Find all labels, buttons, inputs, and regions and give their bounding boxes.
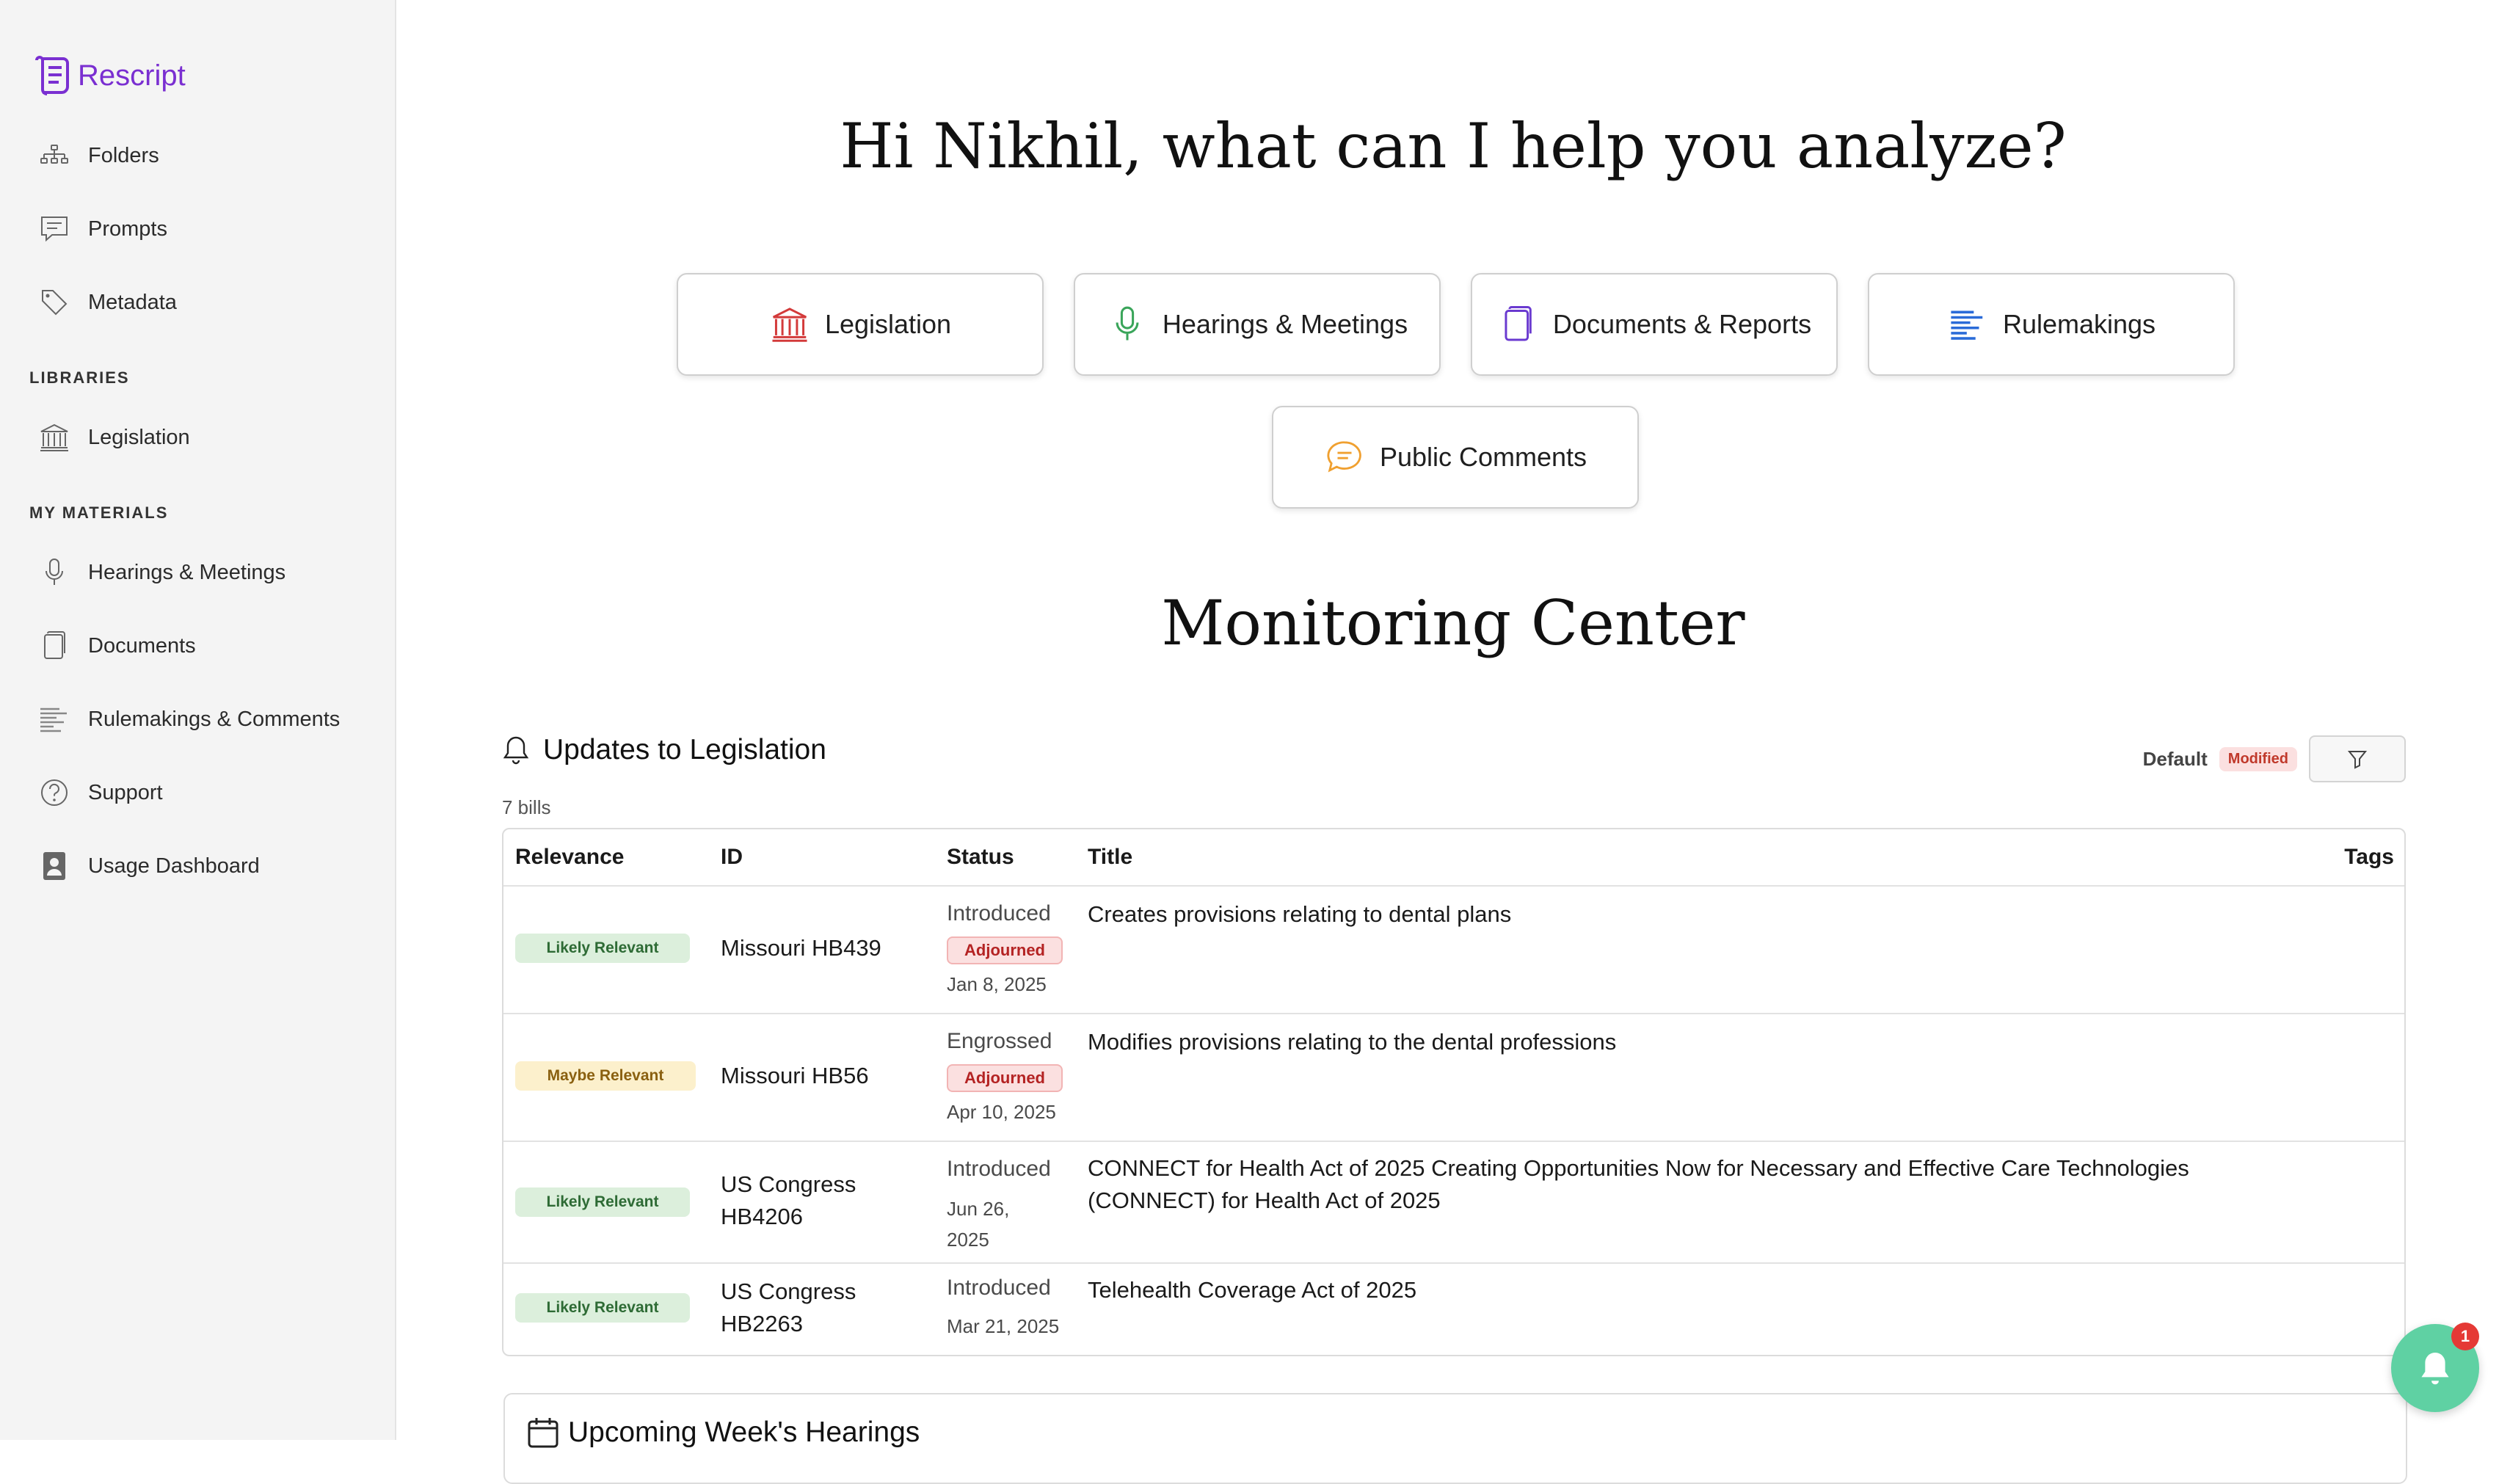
rulemaking-icon xyxy=(1947,304,1988,345)
bill-status: Introduced xyxy=(947,1276,1051,1300)
sidebar-item-legislation[interactable]: Legislation xyxy=(38,417,190,458)
bill-status: Introduced xyxy=(947,1157,1051,1181)
sidebar-item-label: Legislation xyxy=(88,425,190,449)
upcoming-hearings-card: Upcoming Week's Hearings xyxy=(503,1393,2407,1484)
quick-action-rulemakings[interactable]: Rulemakings xyxy=(1868,273,2235,376)
filter-button[interactable] xyxy=(2309,735,2406,782)
bill-status: Introduced xyxy=(947,901,1051,925)
microphone-icon xyxy=(38,556,70,589)
bill-id[interactable]: Missouri HB56 xyxy=(721,1060,869,1092)
sidebar-item-documents[interactable]: Documents xyxy=(38,625,196,666)
column-header-status[interactable]: Status xyxy=(947,829,1014,885)
quick-action-label: Rulemakings xyxy=(2002,309,2156,339)
table-row[interactable]: Likely Relevant Missouri HB439 Introduce… xyxy=(503,885,2404,1014)
quick-action-label: Hearings & Meetings xyxy=(1162,309,1408,339)
bell-icon xyxy=(503,736,529,765)
bill-id[interactable]: US Congress HB4206 xyxy=(721,1168,882,1233)
bill-date: Apr 10, 2025 xyxy=(947,1101,1056,1123)
brand-name: Rescript xyxy=(78,59,186,92)
documents-icon xyxy=(1497,304,1538,345)
sidebar-item-support[interactable]: Support xyxy=(38,772,163,813)
sidebar-item-usage-dashboard[interactable]: Usage Dashboard xyxy=(38,845,260,887)
relevance-badge: Likely Relevant xyxy=(515,1187,690,1217)
quick-action-legislation[interactable]: Legislation xyxy=(677,273,1044,376)
bill-title[interactable]: Modifies provisions relating to the dent… xyxy=(1088,1026,2306,1058)
sidebar-item-folders[interactable]: Folders xyxy=(38,135,159,176)
bill-date: Jan 8, 2025 xyxy=(947,973,1047,995)
quick-action-documents[interactable]: Documents & Reports xyxy=(1471,273,1838,376)
column-header-tags[interactable]: Tags xyxy=(2344,829,2394,885)
sidebar-item-metadata[interactable]: Metadata xyxy=(38,282,177,323)
updates-title: Updates to Legislation xyxy=(543,734,826,765)
documents-icon xyxy=(38,630,70,662)
sidebar-item-hearings[interactable]: Hearings & Meetings xyxy=(38,552,285,593)
calendar-icon xyxy=(528,1418,559,1448)
bill-title[interactable]: CONNECT for Health Act of 2025 Creating … xyxy=(1088,1152,2306,1217)
quick-action-label: Public Comments xyxy=(1379,442,1587,472)
bill-date: Mar 21, 2025 xyxy=(947,1315,1060,1337)
sidebar-item-label: Support xyxy=(88,780,163,804)
relevance-badge: Likely Relevant xyxy=(515,1293,690,1323)
sidebar-item-prompts[interactable]: Prompts xyxy=(38,208,167,250)
tag-icon xyxy=(38,286,70,319)
relevance-badge: Maybe Relevant xyxy=(515,1061,696,1091)
sidebar-item-label: Rulemakings & Comments xyxy=(88,707,341,731)
sidebar-item-label: Metadata xyxy=(88,290,177,314)
microphone-icon xyxy=(1107,304,1148,345)
bill-date: Jun 26, 2025 xyxy=(947,1198,1010,1251)
dashboard-icon xyxy=(38,850,70,882)
greeting-heading: Hi Nikhil, what can I help you analyze? xyxy=(840,110,2067,182)
scroll-icon xyxy=(35,56,69,95)
sidebar-item-label: Prompts xyxy=(88,217,167,241)
status-badge: Adjourned xyxy=(947,936,1063,964)
filter-preset-label[interactable]: Default xyxy=(2143,748,2208,771)
quick-action-hearings[interactable]: Hearings & Meetings xyxy=(1074,273,1441,376)
capitol-icon xyxy=(38,421,70,454)
quick-action-label: Documents & Reports xyxy=(1552,309,1812,339)
legislation-table: Relevance ID Status Title Tags Likely Re… xyxy=(502,828,2406,1356)
bill-title[interactable]: Telehealth Coverage Act of 2025 xyxy=(1088,1274,2306,1306)
monitoring-center-title: Monitoring Center xyxy=(1161,587,1745,659)
sidebar-item-label: Hearings & Meetings xyxy=(88,560,286,584)
updates-header: Updates to Legislation xyxy=(502,734,826,766)
quick-action-public-comments[interactable]: Public Comments xyxy=(1272,406,1639,509)
column-header-title[interactable]: Title xyxy=(1088,829,1132,885)
bill-count: 7 bills xyxy=(502,796,551,818)
sidebar: Rescript Folders Prompts Metadata LIBRAR… xyxy=(0,0,396,1440)
column-header-id[interactable]: ID xyxy=(721,829,743,885)
capitol-icon xyxy=(769,304,810,345)
folders-icon xyxy=(38,139,70,172)
rulemaking-icon xyxy=(38,703,70,735)
status-badge: Adjourned xyxy=(947,1064,1063,1092)
bill-id[interactable]: Missouri HB439 xyxy=(721,932,881,964)
section-label-libraries: LIBRARIES xyxy=(29,368,130,387)
quick-action-label: Legislation xyxy=(824,309,952,339)
relevance-badge: Likely Relevant xyxy=(515,934,690,963)
notification-count-badge: 1 xyxy=(2451,1323,2479,1350)
bell-icon xyxy=(2421,1352,2449,1385)
sidebar-item-label: Folders xyxy=(88,143,159,167)
sidebar-item-label: Usage Dashboard xyxy=(88,854,260,878)
modified-badge: Modified xyxy=(2219,746,2297,771)
brand-logo[interactable]: Rescript xyxy=(34,54,186,97)
column-header-relevance[interactable]: Relevance xyxy=(515,829,624,885)
help-icon xyxy=(38,776,70,809)
table-row[interactable]: Likely Relevant US Congress HB2263 Intro… xyxy=(503,1262,2404,1356)
filter-controls: Default Modified xyxy=(2143,735,2406,782)
sidebar-item-label: Documents xyxy=(88,633,196,658)
table-row[interactable]: Likely Relevant US Congress HB4206 Intro… xyxy=(503,1141,2404,1264)
table-row[interactable]: Maybe Relevant Missouri HB56 Engrossed A… xyxy=(503,1013,2404,1142)
bill-status: Engrossed xyxy=(947,1029,1052,1053)
chat-icon xyxy=(38,213,70,245)
filter-icon xyxy=(2347,751,2368,769)
hearings-title: Upcoming Week's Hearings xyxy=(568,1416,920,1448)
bill-title[interactable]: Creates provisions relating to dental pl… xyxy=(1088,898,2306,931)
bill-id[interactable]: US Congress HB2263 xyxy=(721,1276,882,1340)
sidebar-item-rulemakings[interactable]: Rulemakings & Comments xyxy=(38,699,340,740)
section-label-my-materials: MY MATERIALS xyxy=(29,503,169,522)
comment-icon xyxy=(1324,437,1365,478)
